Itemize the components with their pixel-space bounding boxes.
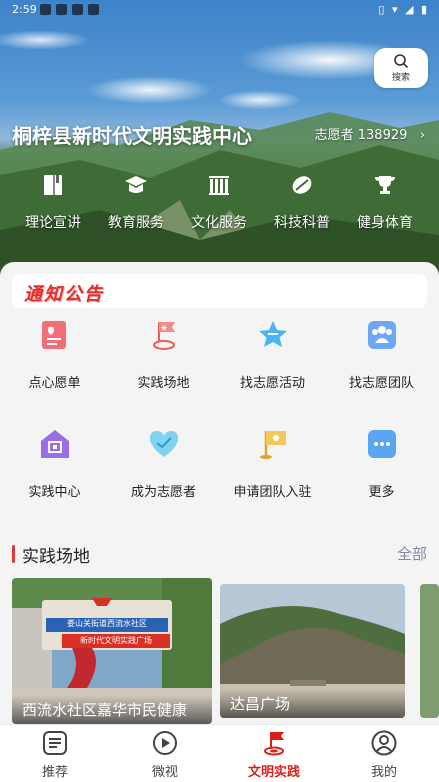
heart-icon [149,431,178,457]
trophy-icon [375,176,395,194]
status-icons: ▯ ▾ ◢ ▮ [378,3,429,16]
venue-caption: 西流水社区嘉华市民健康 [12,695,212,724]
nav-recommend[interactable]: 推荐 [0,729,110,780]
venues-section-header: 实践场地 全部 [12,542,427,567]
service-wish-list[interactable]: 点心愿单 [0,318,109,391]
service-apply-team[interactable]: 申请团队入驻 [218,427,327,500]
search-button[interactable]: 搜索 [374,48,428,88]
venue-card[interactable]: 娄山关街道西流水社区 新时代文明实践广场 西流水社区嘉华市民健康 [12,578,212,724]
status-time: 2:59 [12,3,37,16]
venue-card[interactable]: 达昌广场 [220,584,405,718]
notice-banner[interactable]: 通知公告 [12,274,427,308]
chevron-right-icon: › [411,128,425,143]
play-icon [153,731,177,755]
service-more[interactable]: 更多 [327,427,436,500]
service-practice-venue[interactable]: 实践场地 [109,318,218,391]
practice-flag-icon [264,732,284,756]
nav-mine[interactable]: 我的 [329,729,439,780]
category-row: 理论宣讲 教育服务 文化服务 科技科普 健身体育 [0,172,439,242]
service-find-activity[interactable]: 找志愿活动 [218,318,327,391]
notification-icon [40,4,51,15]
notification-icon [72,4,83,15]
venue-card-partial[interactable] [420,584,439,718]
category-theory-lecture[interactable]: 理论宣讲 [9,172,97,232]
notice-title: 通知公告 [24,284,104,305]
category-culture-service[interactable]: 文化服务 [175,172,263,232]
main-panel: 通知公告 点心愿单 实践场地 找志愿活动 找志愿团队 实践中心 成为志愿者 申请… [0,262,439,724]
category-science[interactable]: 科技科普 [258,172,346,232]
section-accent-bar [12,545,15,563]
graduation-cap-icon [125,176,147,193]
library-icon [209,176,229,195]
list-icon [43,731,67,755]
more-icon [367,430,396,458]
volunteer-count: 志愿者 138929 [314,128,408,143]
service-find-team[interactable]: 找志愿团队 [327,318,436,391]
sign-text: 娄山关街道西流水社区 [67,619,147,628]
section-title: 实践场地 [22,547,90,567]
category-education-service[interactable]: 教育服务 [92,172,180,232]
category-fitness[interactable]: 健身体育 [341,172,429,232]
satellite-icon [292,176,312,194]
status-bar: 2:59 ▯ ▾ ◢ ▮ [0,0,439,20]
search-icon [394,54,409,69]
book-icon [44,175,62,195]
star-icon [258,321,287,347]
team-icon [367,321,396,349]
service-practice-center[interactable]: 实践中心 [0,427,109,500]
sign-text: 新时代文明实践广场 [80,636,152,645]
bottom-navigation: 推荐 微视 文明实践 我的 [0,724,439,782]
user-icon [371,730,397,756]
flag-location-icon [152,322,175,350]
home-scan-icon [40,430,69,458]
nav-micro-video[interactable]: 微视 [110,729,220,780]
nav-civilization-practice[interactable]: 文明实践 [219,729,329,780]
notification-icon [88,4,99,15]
center-title: 桐梓县新时代文明实践中心 [12,124,252,148]
wish-list-icon [41,321,66,349]
venue-caption: 达昌广场 [220,689,405,718]
flag-apply-icon [259,431,286,459]
service-become-volunteer[interactable]: 成为志愿者 [109,427,218,500]
notification-icon [56,4,67,15]
search-label: 搜索 [391,73,410,83]
view-all-link[interactable]: 全部 [397,543,427,564]
volunteer-count-link[interactable]: 志愿者 138929 › [315,124,425,143]
